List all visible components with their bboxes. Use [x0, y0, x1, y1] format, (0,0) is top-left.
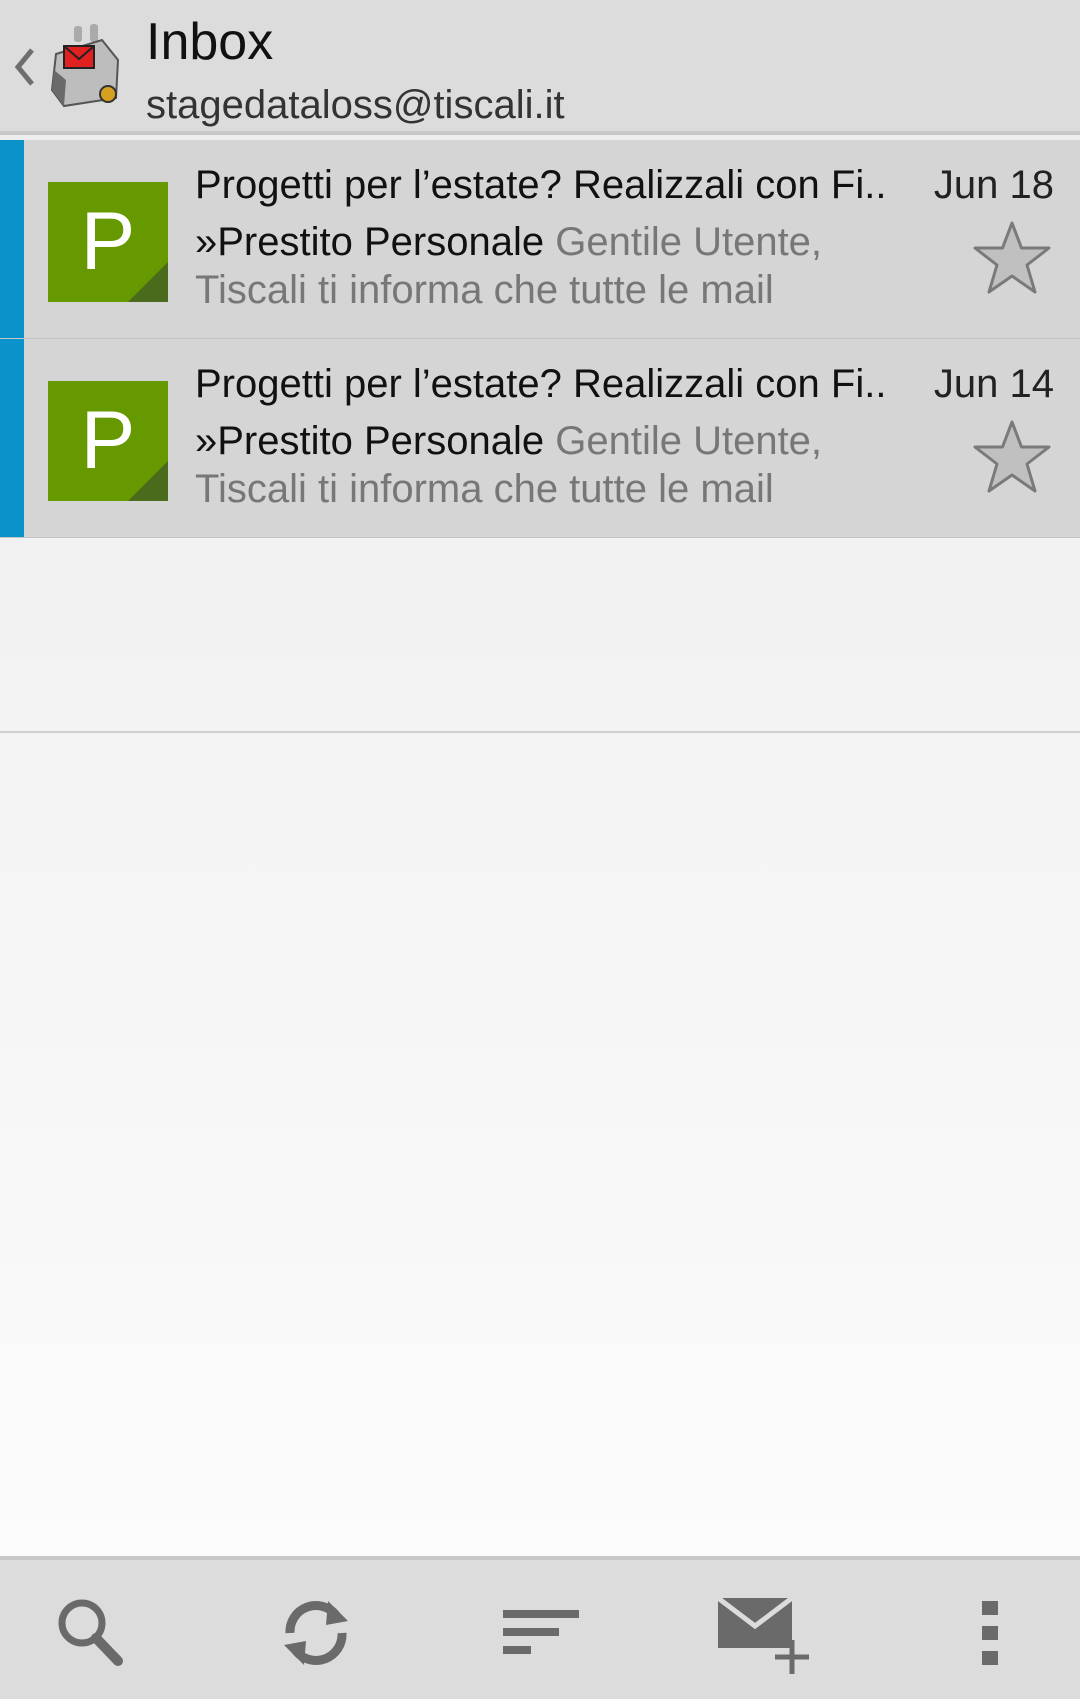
compose-button[interactable] [712, 1588, 822, 1678]
message-date: Jun 18 [933, 163, 1054, 207]
refresh-button[interactable] [266, 1588, 366, 1678]
search-icon [58, 1599, 123, 1666]
message-subject: Progetti per l’estate? Realizzali con Fi… [195, 163, 887, 207]
unread-indicator [0, 339, 24, 537]
avatar-letter: P [80, 196, 136, 287]
overflow-menu-button[interactable] [940, 1588, 1040, 1678]
star-icon[interactable] [972, 419, 1052, 495]
list-footer-divider [0, 731, 1080, 733]
page-title: Inbox [146, 13, 274, 71]
account-address[interactable]: stagedataloss@tiscali.it [146, 78, 565, 132]
search-button[interactable] [40, 1588, 140, 1678]
action-bar: Inbox stagedataloss@tiscali.it [0, 0, 1080, 135]
app-logo-icon[interactable] [46, 20, 124, 112]
message-subject: Progetti per l’estate? Realizzali con Fi… [195, 362, 887, 406]
sort-icon [503, 1610, 579, 1654]
back-chevron-icon[interactable] [12, 42, 38, 92]
message-row[interactable]: P Progetti per l’estate? Realizzali con … [0, 140, 1080, 339]
message-date: Jun 14 [933, 362, 1054, 406]
message-sender: »Prestito Personale [195, 220, 545, 264]
bottom-toolbar [0, 1556, 1080, 1699]
avatar-letter: P [80, 395, 136, 486]
star-icon[interactable] [972, 220, 1052, 296]
compose-icon [716, 1596, 809, 1674]
message-sender: »Prestito Personale [195, 419, 545, 463]
message-row[interactable]: P Progetti per l’estate? Realizzali con … [0, 339, 1080, 538]
message-preview: »Prestito Personale Gentile Utente, Tisc… [195, 417, 885, 513]
unread-indicator [0, 140, 24, 338]
sender-avatar[interactable]: P [48, 381, 168, 501]
overflow-menu-icon [982, 1601, 998, 1665]
message-list: P Progetti per l’estate? Realizzali con … [0, 140, 1080, 538]
sender-avatar[interactable]: P [48, 182, 168, 302]
sort-button[interactable] [490, 1588, 590, 1678]
message-preview: »Prestito Personale Gentile Utente, Tisc… [195, 218, 885, 314]
refresh-icon [284, 1601, 348, 1665]
